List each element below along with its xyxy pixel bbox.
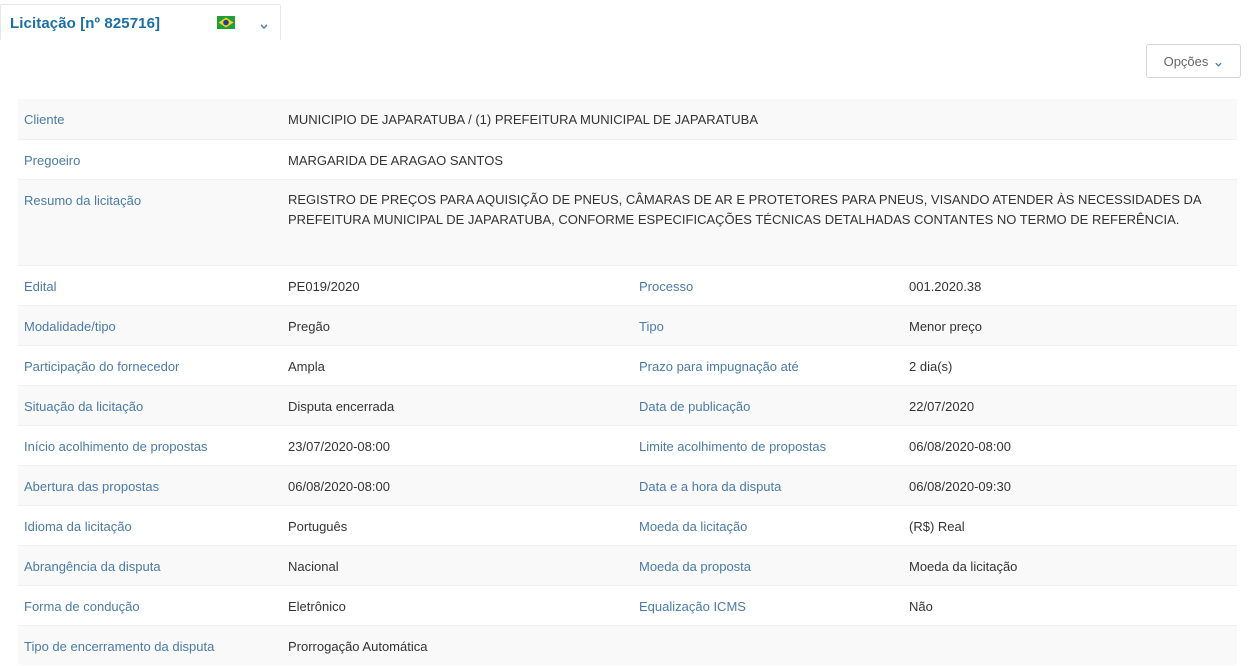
field-label: Início acolhimento de propostas: [24, 439, 208, 454]
field-label: Abrangência da disputa: [24, 559, 161, 574]
field-value: Menor preço: [909, 319, 982, 334]
brazil-flag-icon: [217, 16, 235, 29]
field-label: Abertura das propostas: [24, 479, 160, 494]
field-value: MUNICIPIO DE JAPARATUBA / (1) PREFEITURA…: [288, 112, 758, 127]
detail-row: Participação do fornecedor Ampla Prazo p…: [18, 345, 1237, 385]
tab-licitacao[interactable]: Licitação [nº 825716]: [0, 4, 281, 40]
field-value: Nacional: [288, 559, 339, 574]
field-label: Data de publicação: [639, 399, 751, 414]
field-value: Moeda da licitação: [909, 559, 1018, 574]
field-label: Situação da licitação: [24, 399, 144, 414]
field-label: Equalização ICMS: [639, 599, 746, 614]
field-value: 06/08/2020-08:00: [288, 479, 390, 494]
field-label: Moeda da licitação: [639, 519, 748, 534]
field-label: Cliente: [24, 112, 65, 127]
field-label: Prazo para impugnação até: [639, 359, 799, 374]
field-label: Modalidade/tipo: [24, 319, 116, 334]
detail-row: Abrangência da disputa Nacional Moeda da…: [18, 545, 1237, 585]
field-label: Edital: [24, 279, 57, 294]
detail-row: Início acolhimento de propostas 23/07/20…: [18, 425, 1237, 465]
field-value: 22/07/2020: [909, 399, 975, 414]
field-label: Resumo da licitação: [24, 193, 142, 208]
field-value: (R$) Real: [909, 519, 965, 534]
field-label: Processo: [639, 279, 694, 294]
field-label: Pregoeiro: [24, 153, 81, 168]
detail-row: Modalidade/tipo Pregão Tipo Menor preço: [18, 305, 1237, 345]
field-value: MARGARIDA DE ARAGAO SANTOS: [288, 153, 504, 168]
field-label: Forma de condução: [24, 599, 140, 614]
field-label: Tipo: [639, 319, 664, 334]
field-value: REGISTRO DE PREÇOS PARA AQUISIÇÃO DE PNE…: [288, 192, 1201, 227]
field-value: Pregão: [288, 319, 330, 334]
tab-title: Licitação [nº 825716]: [10, 15, 161, 32]
field-value: 06/08/2020-09:30: [909, 479, 1011, 494]
detail-table: Cliente MUNICIPIO DE JAPARATUBA / (1) PR…: [18, 99, 1237, 665]
detail-row: Forma de condução Eletrônico Equalização…: [18, 585, 1237, 625]
field-label: Tipo de encerramento da disputa: [24, 639, 215, 654]
detail-row-pregoeiro: Pregoeiro MARGARIDA DE ARAGAO SANTOS: [18, 139, 1237, 179]
field-value: 2 dia(s): [909, 359, 953, 374]
field-label: Idioma da licitação: [24, 519, 132, 534]
detail-row: Abertura das propostas 06/08/2020-08:00 …: [18, 465, 1237, 505]
field-value: PE019/2020: [288, 279, 360, 294]
field-value: Prorrogação Automática: [288, 639, 428, 654]
field-value: Eletrônico: [288, 599, 346, 614]
field-value: Ampla: [288, 359, 325, 374]
detail-row: Edital PE019/2020 Processo 001.2020.38: [18, 265, 1237, 305]
field-label: Limite acolhimento de propostas: [639, 439, 827, 454]
field-value: Disputa encerrada: [288, 399, 395, 414]
tab-bar: Licitação [nº 825716]: [0, 0, 1256, 40]
field-value: 06/08/2020-08:00: [909, 439, 1011, 454]
detail-row-resumo: Resumo da licitação REGISTRO DE PREÇOS P…: [18, 179, 1237, 265]
options-button-label: Opções: [1163, 53, 1209, 69]
field-label: Participação do fornecedor: [24, 359, 180, 374]
detail-row: Tipo de encerramento da disputa Prorroga…: [18, 625, 1237, 665]
field-label: Data e a hora da disputa: [639, 479, 782, 494]
field-value: 001.2020.38: [909, 279, 982, 294]
field-value: Português: [288, 519, 348, 534]
field-label: [639, 626, 899, 639]
detail-row: Situação da licitação Disputa encerrada …: [18, 385, 1237, 425]
field-label: Moeda da proposta: [639, 559, 752, 574]
options-button[interactable]: Opções: [1146, 44, 1241, 78]
page: Licitação [nº 825716] Opções Cliente MUN…: [0, 0, 1256, 666]
field-value: 23/07/2020-08:00: [288, 439, 390, 454]
chevron-down-icon[interactable]: [259, 18, 269, 29]
detail-row-cliente: Cliente MUNICIPIO DE JAPARATUBA / (1) PR…: [18, 99, 1237, 139]
chevron-down-icon: [1214, 57, 1223, 67]
detail-row: Idioma da licitação Português Moeda da l…: [18, 505, 1237, 545]
field-value: Não: [909, 599, 933, 614]
